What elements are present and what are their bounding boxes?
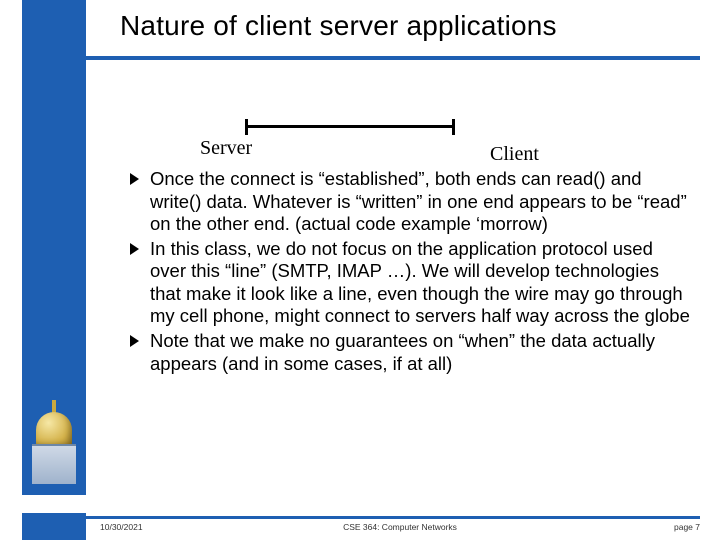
dome-emblem	[30, 400, 78, 495]
title-rule	[22, 56, 700, 60]
dome-base	[32, 444, 76, 484]
slide: Nature of client server applications Ser…	[0, 0, 720, 540]
bullet-item: Note that we make no guarantees on “when…	[130, 330, 690, 375]
bullet-item: Once the connect is “established”, both …	[130, 168, 690, 236]
connection-line	[245, 125, 455, 135]
footer: 10/30/2021 CSE 364: Computer Networks pa…	[100, 522, 700, 536]
emblem-mask	[22, 495, 86, 513]
dome-icon	[36, 412, 72, 448]
slide-title: Nature of client server applications	[120, 10, 690, 42]
server-client-diagram: Server Client	[200, 125, 500, 165]
server-label: Server	[200, 137, 252, 160]
footer-rule	[22, 516, 700, 519]
bullet-item: In this class, we do not focus on the ap…	[130, 238, 690, 328]
bullet-list: Once the connect is “established”, both …	[130, 168, 690, 377]
client-label: Client	[490, 143, 539, 166]
connection-line-h	[245, 125, 455, 128]
footer-page: page 7	[674, 522, 700, 532]
footer-course: CSE 364: Computer Networks	[100, 522, 700, 532]
